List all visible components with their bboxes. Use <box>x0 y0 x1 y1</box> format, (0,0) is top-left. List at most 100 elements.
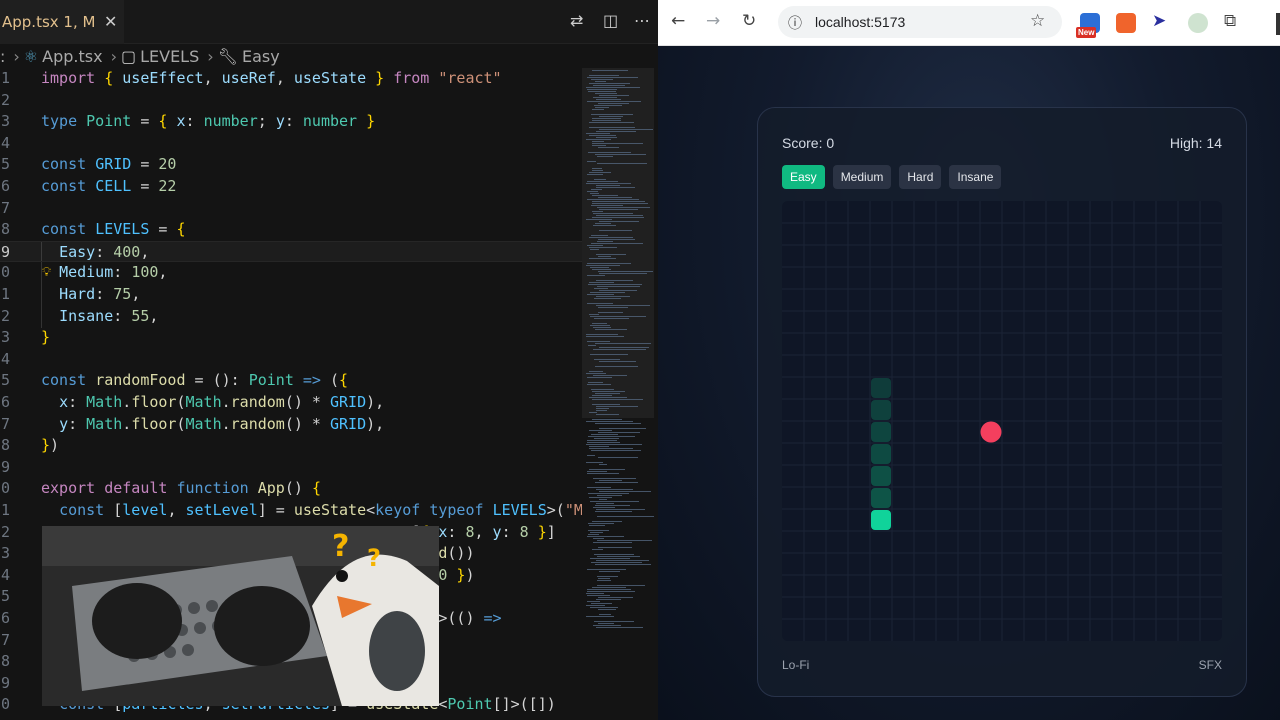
minimap-line <box>588 284 642 285</box>
minimap-line <box>591 603 612 604</box>
breadcrumb-symbol[interactable]: LEVELS <box>140 47 199 66</box>
extension-circle-icon[interactable] <box>1188 13 1208 33</box>
minimap-line <box>596 408 609 409</box>
code-line: 6 x: Math.floor(Math.random() * GRID), <box>0 393 385 411</box>
minimap-line <box>592 143 643 144</box>
minimap-line <box>588 534 599 535</box>
breadcrumb-lead: : <box>0 46 6 66</box>
minimap-line <box>589 122 634 123</box>
lofi-toggle[interactable]: Lo-Fi <box>782 658 809 672</box>
minimap-line <box>595 393 620 394</box>
minimap-line <box>595 482 638 483</box>
snake-head <box>871 510 891 530</box>
minimap-line <box>586 87 640 88</box>
forward-arrow-icon[interactable]: → <box>706 11 720 31</box>
game-board[interactable] <box>782 201 1222 641</box>
minimap-line <box>597 156 613 157</box>
minimap-line <box>587 473 619 474</box>
minimap-line <box>590 325 610 326</box>
extension-translate-icon[interactable] <box>1116 13 1136 33</box>
minimap-line <box>593 542 632 543</box>
minimap-line <box>591 243 643 244</box>
minimap-line <box>597 576 618 577</box>
level-hard-button[interactable]: Hard <box>899 165 942 189</box>
site-info-icon[interactable]: ⓘ <box>788 13 802 33</box>
extension-cursor-icon[interactable]: ➤ <box>1152 11 1166 31</box>
minimap-line <box>598 271 653 272</box>
minimap-line <box>598 256 611 257</box>
minimap-line <box>597 516 654 517</box>
minimap-line <box>590 193 599 194</box>
minimap-line <box>592 118 621 119</box>
minimap-line <box>594 359 620 360</box>
minimap-line <box>597 207 650 208</box>
minimap-line <box>586 265 620 266</box>
minimap-line <box>597 540 652 541</box>
minimap-line <box>598 597 633 598</box>
code-line-current: 9 Easy: 400, <box>0 240 582 263</box>
code-line: 6 const CELL = 22 <box>0 177 177 195</box>
back-arrow-icon[interactable]: ← <box>671 11 685 31</box>
reload-icon[interactable]: ↻ <box>742 11 756 31</box>
minimap-line <box>591 114 633 115</box>
minimap-line <box>588 436 635 437</box>
minimap-line <box>596 560 649 561</box>
address-bar[interactable]: ⓘ localhost:5173 ☆ <box>778 6 1062 38</box>
close-icon[interactable]: ✕ <box>104 12 117 32</box>
level-medium-button[interactable]: Medium <box>832 165 892 189</box>
minimap-line <box>592 587 626 588</box>
minimap-line <box>589 430 612 431</box>
minimap-line <box>597 556 640 557</box>
minimap-line <box>594 438 619 439</box>
code-line: 4 <box>0 349 10 368</box>
minimap-line <box>587 471 607 472</box>
browser-window: ← → ↻ ⓘ localhost:5173 ☆ New ➤ ⧉ Score: … <box>658 0 1280 720</box>
lightbulb-icon[interactable]: 💡︎ <box>42 262 51 284</box>
breadcrumb: : › ⚛ App.tsx › ▢ LEVELS › 🔧︎ Easy <box>0 44 658 68</box>
minimap-line <box>589 258 616 259</box>
minimap[interactable] <box>582 68 658 720</box>
minimap-line <box>598 239 635 240</box>
minimap-line <box>599 614 611 615</box>
minimap-line <box>587 303 613 304</box>
minimap-line <box>590 558 630 559</box>
minimap-line <box>587 591 635 592</box>
minimap-line <box>591 79 613 80</box>
url-text[interactable]: localhost:5173 <box>815 14 905 30</box>
code-line: 8}) <box>0 436 60 455</box>
minimap-line <box>587 440 617 441</box>
sfx-toggle[interactable]: SFX <box>1199 658 1222 672</box>
extensions-puzzle-icon[interactable]: ⧉ <box>1224 11 1236 31</box>
minimap-line <box>593 85 625 86</box>
minimap-line <box>596 280 633 281</box>
new-badge: New <box>1076 27 1097 38</box>
minimap-line <box>596 305 650 306</box>
source-control-compare-icon[interactable]: ⇄ <box>570 11 583 30</box>
minimap-line <box>589 314 599 315</box>
minimap-line <box>595 93 617 94</box>
breadcrumb-member[interactable]: Easy <box>242 47 280 66</box>
minimap-line <box>586 616 614 617</box>
level-easy-button[interactable]: Easy <box>782 165 825 189</box>
minimap-line <box>596 296 630 297</box>
code-line: 8 const LEVELS = { <box>0 220 186 239</box>
minimap-line <box>590 267 609 268</box>
tab-app-tsx[interactable]: App.tsx 1, M ✕ <box>0 0 124 44</box>
minimap-line <box>596 215 643 216</box>
level-insane-button[interactable]: Insane <box>949 165 1002 189</box>
bookmark-star-icon[interactable]: ☆ <box>1030 11 1045 31</box>
minimap-line <box>587 181 618 182</box>
breadcrumb-file[interactable]: App.tsx <box>42 47 102 66</box>
minimap-line <box>596 406 638 407</box>
minimap-line <box>587 263 631 264</box>
more-actions-icon[interactable]: ⋯ <box>634 11 650 30</box>
minimap-line <box>592 168 602 169</box>
minimap-line <box>592 170 603 171</box>
svg-text:?: ? <box>332 529 349 564</box>
minimap-line <box>586 421 633 422</box>
split-editor-icon[interactable]: ◫ <box>603 11 618 30</box>
minimap-line <box>592 549 603 550</box>
minimap-line <box>598 103 629 104</box>
code-line: 1 const [level, setLevel] = useState<key… <box>0 501 601 519</box>
minimap-line <box>589 469 625 470</box>
